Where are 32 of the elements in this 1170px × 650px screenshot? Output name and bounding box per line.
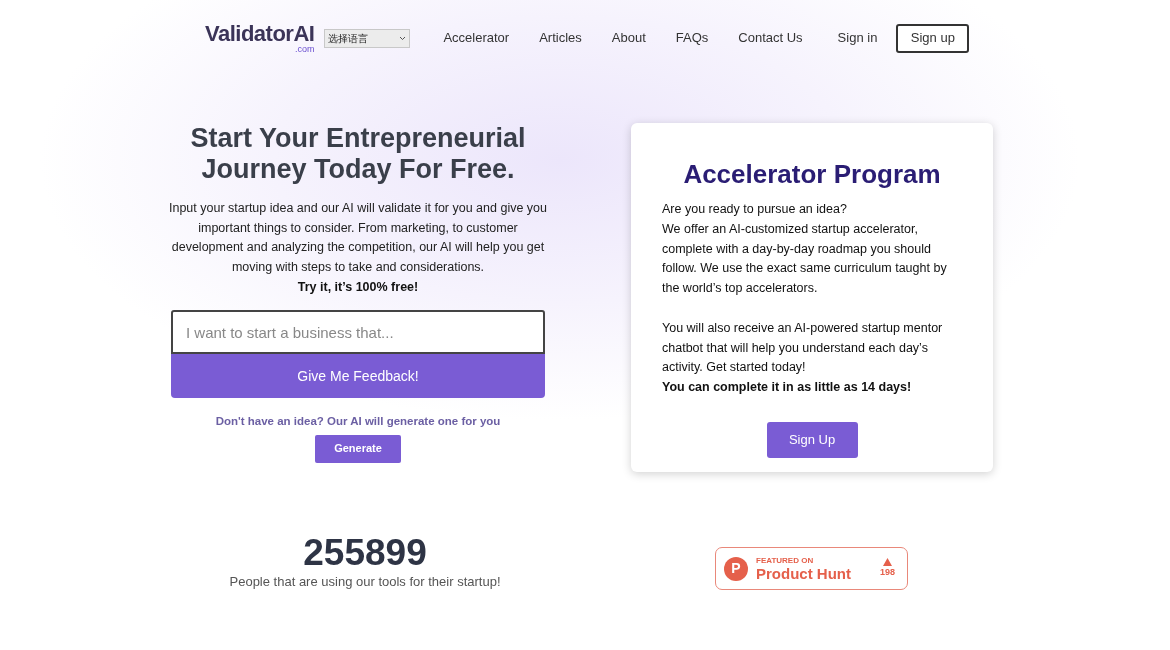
user-count: 255899 [303, 534, 427, 572]
badge-name: Product Hunt [756, 564, 851, 582]
nav-link[interactable]: Contact Us [723, 24, 818, 52]
nav-link[interactable]: Articles [524, 24, 597, 52]
product-hunt-logo-icon: P [724, 556, 748, 581]
vote-count: 198 [879, 566, 895, 579]
card-text: Are you ready to pursue an idea? [662, 201, 848, 218]
sign-up-button[interactable]: Sign up [896, 23, 970, 53]
feedback-button[interactable]: Give Me Feedback! [171, 354, 545, 399]
nav-link[interactable]: Accelerator [428, 24, 525, 52]
card-text: We offer an AI-customized startup accelerator, complete with a day-by-day roadmap you should follow. We use the exact same curriculum taught by the world’s top accelerators. [662, 220, 948, 298]
logo[interactable]: ValidatorAI [205, 22, 315, 45]
card-sign-up-button[interactable]: Sign Up [766, 421, 858, 458]
generate-button[interactable]: Generate [315, 434, 401, 463]
sign-in-link[interactable]: Sign in [837, 28, 878, 48]
product-hunt-badge[interactable]: P FEATURED ON Product Hunt 198 [715, 547, 908, 591]
logo-suffix: .com [294, 44, 315, 54]
card-text: You can complete it in as little as 14 days! [662, 379, 913, 397]
hero-description: Input your startup idea and our AI will validate it for you and give you important things to consider. From marketing, to customer development and analyzing the competition, our AI will help you get moving with steps to take and considerations. [168, 200, 548, 276]
hero-tagline: Try it, it’s 100% free! [297, 279, 419, 297]
badge-eyebrow: FEATURED ON [756, 555, 815, 565]
hero-title: Start Your Entrepreneurial Journey Today For Free. [189, 123, 527, 185]
generate-prompt: Don't have an idea? Our AI will generate one for you [215, 414, 501, 430]
card-text: You will also receive an AI-powered startup mentor chatbot that will help you understand each day’s activity. Get started today! [662, 319, 944, 377]
upvote-triangle-icon [883, 558, 892, 566]
card-title: Accelerator Program [683, 158, 941, 190]
nav-link[interactable]: About [596, 24, 661, 52]
language-select[interactable]: 选择语言 [324, 28, 411, 48]
user-count-caption: People that are using our tools for their startup! [229, 573, 501, 591]
chevron-down-icon [399, 35, 407, 41]
nav-link[interactable]: FAQs [660, 24, 724, 52]
idea-input[interactable]: I want to start a business that... [171, 310, 545, 355]
